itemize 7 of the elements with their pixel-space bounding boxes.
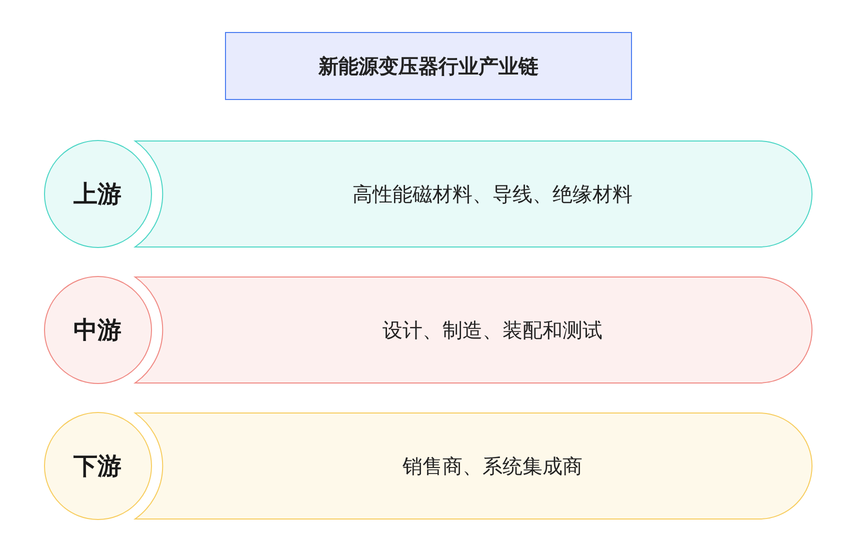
chart-title: 新能源变压器行业产业链 [225, 32, 632, 100]
stage-description: 高性能磁材料、导线、绝缘材料 [352, 181, 632, 208]
stage-description: 销售商、系统集成商 [402, 453, 582, 480]
stage-label: 中游 [44, 276, 152, 384]
stage-description: 设计、制造、装配和测试 [382, 317, 602, 344]
stage-label: 上游 [44, 140, 152, 248]
stage-label: 下游 [44, 412, 152, 520]
